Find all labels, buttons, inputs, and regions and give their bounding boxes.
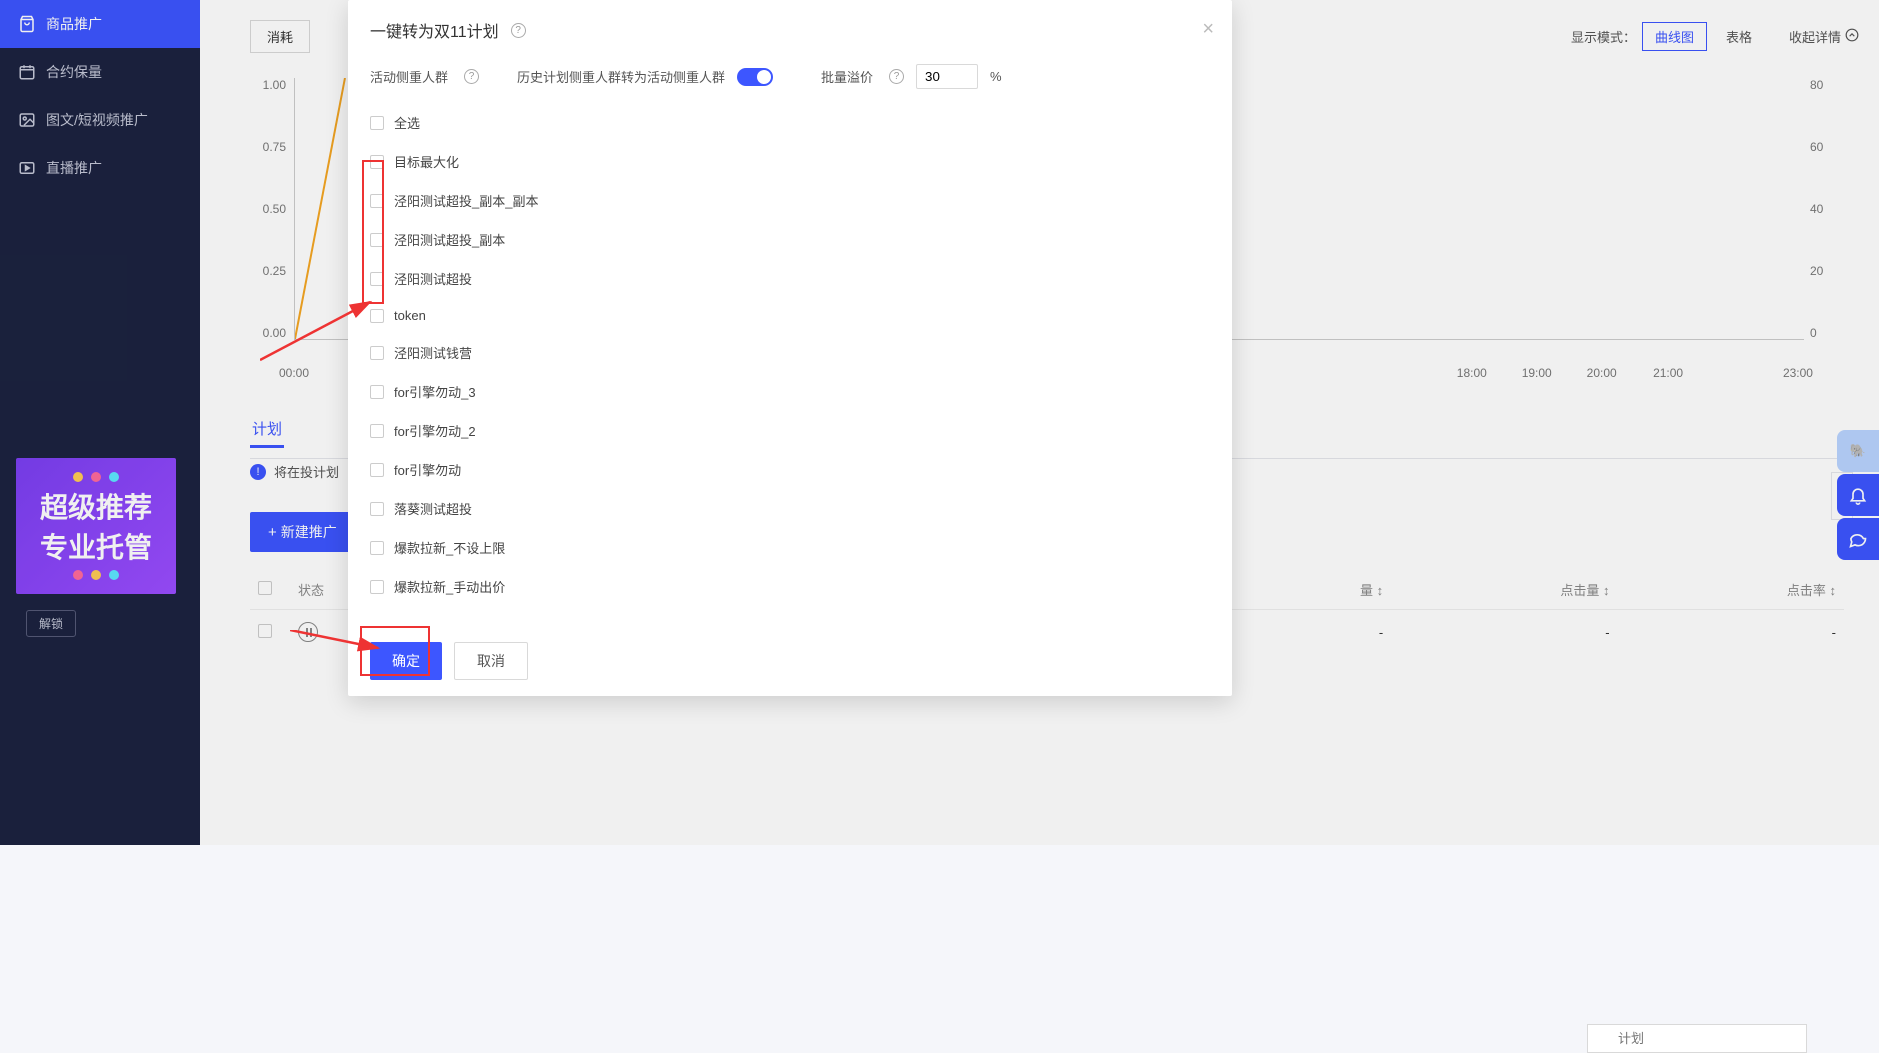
- ok-button[interactable]: 确定: [370, 642, 442, 680]
- help-icon[interactable]: ?: [464, 69, 479, 84]
- checkbox[interactable]: [370, 346, 384, 360]
- help-icon[interactable]: ?: [889, 69, 904, 84]
- checkbox[interactable]: [370, 272, 384, 286]
- list-item[interactable]: 泾阳测试超投: [370, 259, 1224, 298]
- checkbox[interactable]: [370, 580, 384, 594]
- list-item[interactable]: 泾阳测试钱营: [370, 333, 1224, 372]
- checkbox[interactable]: [370, 155, 384, 169]
- list-item[interactable]: for引擎勿动_3: [370, 372, 1224, 411]
- list-item[interactable]: 爆款拉新_手动出价: [370, 567, 1224, 606]
- list-item[interactable]: 落葵测试超投: [370, 489, 1224, 528]
- checkbox[interactable]: [370, 385, 384, 399]
- modal-title: 一键转为双11计划: [370, 18, 499, 42]
- search-input[interactable]: [1587, 1024, 1807, 1053]
- cancel-button[interactable]: 取消: [454, 642, 528, 680]
- batch-premium-label: 批量溢价: [821, 67, 873, 86]
- checkbox[interactable]: [370, 233, 384, 247]
- checkbox[interactable]: [370, 463, 384, 477]
- list-item[interactable]: 泾阳测试超投_副本: [370, 220, 1224, 259]
- list-item[interactable]: 爆款拉新_不设上限: [370, 528, 1224, 567]
- checkbox[interactable]: [370, 502, 384, 516]
- checkbox[interactable]: [370, 541, 384, 555]
- list-item[interactable]: token: [370, 298, 1224, 333]
- help-icon[interactable]: ?: [511, 23, 526, 38]
- close-icon[interactable]: ×: [1202, 18, 1214, 41]
- checkbox[interactable]: [370, 116, 384, 130]
- checkbox[interactable]: [370, 424, 384, 438]
- event-crowd-label: 活动侧重人群: [370, 67, 448, 86]
- modal-list: 全选 目标最大化 泾阳测试超投_副本_副本 泾阳测试超投_副本 泾阳测试超投 t…: [348, 103, 1232, 626]
- checkbox[interactable]: [370, 309, 384, 323]
- percent-label: %: [990, 69, 1002, 84]
- premium-input[interactable]: [916, 64, 978, 89]
- list-item[interactable]: for引擎勿动: [370, 450, 1224, 489]
- checkbox[interactable]: [370, 194, 384, 208]
- list-item[interactable]: for引擎勿动_2: [370, 411, 1224, 450]
- convert-modal: 一键转为双11计划 ? × 活动侧重人群 ? 历史计划侧重人群转为活动侧重人群 …: [348, 0, 1232, 696]
- history-crowd-label: 历史计划侧重人群转为活动侧重人群: [517, 67, 725, 86]
- list-item[interactable]: 泾阳测试超投_副本_副本: [370, 181, 1224, 220]
- history-toggle[interactable]: [737, 68, 773, 86]
- list-item[interactable]: 目标最大化: [370, 142, 1224, 181]
- list-item[interactable]: 全选: [370, 103, 1224, 142]
